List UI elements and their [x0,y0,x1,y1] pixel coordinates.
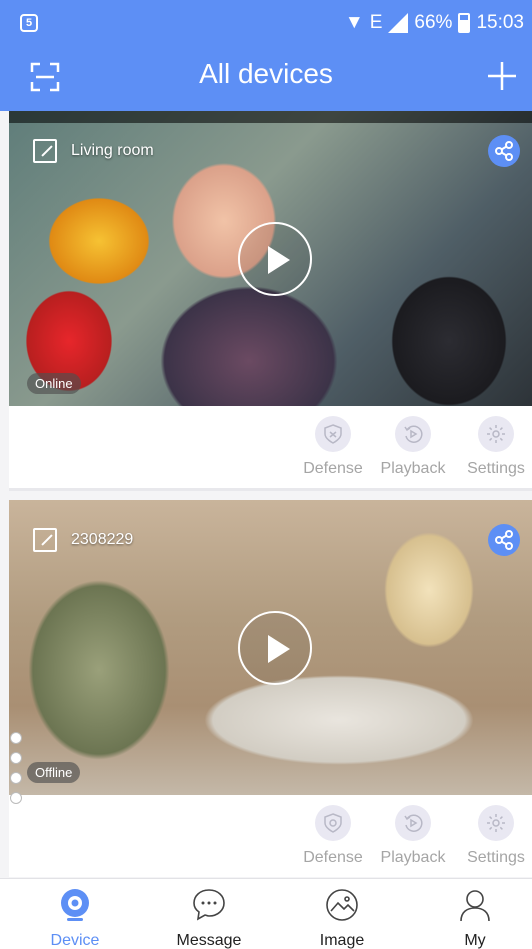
signal-icon [388,13,409,33]
defense-label: Defense [303,460,363,477]
playback-button[interactable]: Playback [371,416,455,478]
battery-icon [458,13,471,33]
playback-icon [395,416,431,452]
shield-icon [315,416,351,452]
settings-button[interactable]: Settings [454,805,532,867]
device-name-row[interactable]: 2308229 [33,528,133,552]
playback-button[interactable]: Playback [371,805,455,867]
tab-label: Device [50,932,100,949]
gear-icon [478,805,514,841]
shield-icon [315,805,351,841]
device-name: 2308229 [71,531,134,548]
timestamp-strip [9,111,532,123]
play-icon[interactable] [238,222,312,296]
clock: 15:03 [476,12,524,33]
tab-label: Image [319,932,365,949]
dot [10,752,22,764]
tab-label: My [464,932,486,949]
page-title: All devices [199,58,333,89]
share-icon[interactable] [488,524,520,556]
settings-label: Settings [467,460,525,477]
device-actions: Defense Playback Settings [9,795,532,877]
top-bar: 5 ▼ E 66% 15:03 All devices [0,0,532,111]
tab-label: Message [176,932,242,949]
playback-label: Playback [380,460,446,477]
dot [10,732,22,744]
play-icon[interactable] [238,611,312,685]
status-right: ▼ E 66% 15:03 [345,12,524,34]
gear-icon [478,416,514,452]
network-type: E [369,12,383,33]
video-preview[interactable]: 2308229 Offline [9,500,532,795]
device-actions: Defense Playback Settings [9,406,532,488]
device-card: 2308229 Offline Defense Playback Setting… [9,500,532,877]
settings-label: Settings [467,849,525,866]
device-name-row[interactable]: Living room [33,139,154,163]
image-icon [326,889,358,921]
defense-button[interactable]: Defense [291,805,375,867]
playback-label: Playback [380,849,446,866]
message-icon [193,889,225,921]
dot [10,792,22,804]
notification-icon: 5 [20,14,38,32]
battery-percent: 66% [414,12,453,33]
tab-image[interactable]: Image [287,887,397,949]
device-card: Living room Online Defense Playback Sett… [9,111,532,491]
settings-button[interactable]: Settings [454,416,532,478]
defense-button[interactable]: Defense [291,416,375,478]
share-icon[interactable] [488,135,520,167]
status-badge: Offline [27,762,81,783]
tab-device[interactable]: Device [20,887,130,949]
edit-icon[interactable] [33,139,57,163]
status-bar: 5 ▼ E 66% 15:03 [0,0,532,46]
app-root: 5 ▼ E 66% 15:03 All devices Living room … [0,0,532,949]
bottom-nav: Device Message Image My [0,878,532,949]
floating-menu-dots[interactable] [10,732,22,812]
dot [10,772,22,784]
wifi-icon: ▼ [344,12,364,33]
tab-my[interactable]: My [420,887,530,949]
camera-icon [61,889,89,921]
plus-icon[interactable] [486,60,518,92]
tab-message[interactable]: Message [154,887,264,949]
playback-icon [395,805,431,841]
user-icon [460,890,490,922]
status-badge: Online [27,373,81,394]
edit-icon[interactable] [33,528,57,552]
video-preview[interactable]: Living room Online [9,111,532,406]
divider [9,488,532,491]
device-name: Living room [71,142,154,159]
defense-label: Defense [303,849,363,866]
